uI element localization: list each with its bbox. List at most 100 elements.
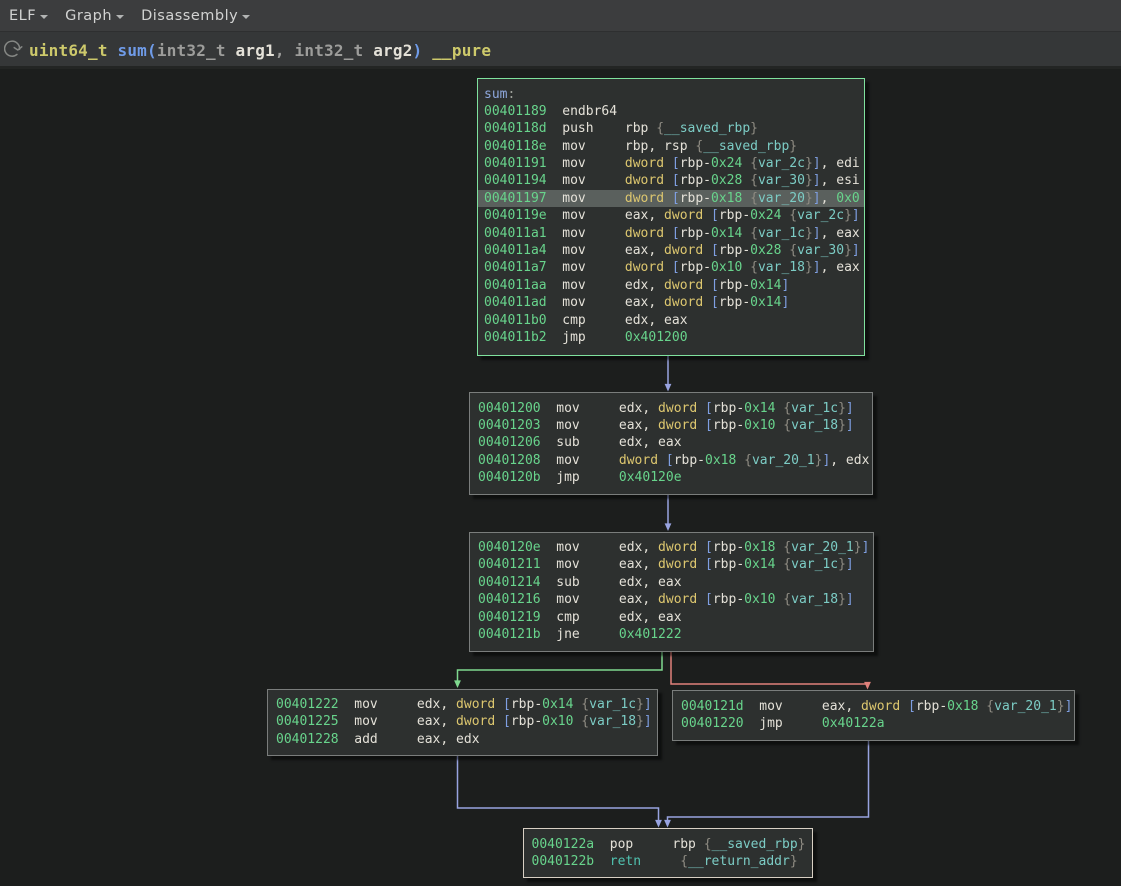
disasm-token: 00401220 xyxy=(681,716,744,731)
disasm-token: 0x10 xyxy=(711,260,742,275)
disasm-token: dword xyxy=(625,156,664,171)
disasm-line[interactable]: 00401200 mov edx, dword [rbp-0x14 {var_1… xyxy=(478,400,864,417)
disasm-token: 00401203 xyxy=(478,418,541,433)
disasm-token: jmp xyxy=(547,330,625,345)
disasm-token: dword xyxy=(619,453,658,468)
disasm-token: [ xyxy=(908,699,916,714)
disasm-token: eax, xyxy=(822,699,861,714)
disasm-token: [ xyxy=(672,260,680,275)
disasm-token: dword xyxy=(625,173,664,188)
edge-00401228-0040122a xyxy=(458,756,662,828)
disasm-token: [ xyxy=(705,540,713,555)
basic-block-0040121d[interactable]: 0040121d mov eax, dword [rbp-0x18 {var_2… xyxy=(672,690,1075,741)
disasm-line[interactable]: 004011a4 mov eax, dword [rbp-0x28 {var_3… xyxy=(484,242,857,259)
disasm-token: edx, eax xyxy=(619,610,682,625)
disasm-token xyxy=(742,156,750,171)
disasm-line[interactable]: 00401222 mov edx, dword [rbp-0x14 {var_1… xyxy=(276,696,649,713)
menu-item-disassembly[interactable]: Disassembly xyxy=(141,8,250,24)
disasm-line[interactable]: 0040119e mov eax, dword [rbp-0x24 {var_2… xyxy=(484,207,857,224)
disasm-line[interactable]: 0040118d push rbp {__saved_rbp} xyxy=(484,120,857,137)
menu-item-elf[interactable]: ELF xyxy=(9,8,48,24)
disasm-line[interactable]: sum: xyxy=(484,86,857,103)
basic-block-0040120e[interactable]: 0040120e mov edx, dword [rbp-0x18 {var_2… xyxy=(469,532,874,652)
disasm-token: { xyxy=(581,714,589,729)
disasm-token: cmp xyxy=(541,610,619,625)
disasm-token: rbp- xyxy=(713,418,744,433)
disasm-token: var_1c xyxy=(791,557,838,572)
edge-0040121b-00401222-true xyxy=(454,652,662,689)
disasm-line[interactable]: 00401203 mov eax, dword [rbp-0x10 {var_1… xyxy=(478,417,864,434)
disasm-line[interactable]: 004011ad mov eax, dword [rbp-0x14] xyxy=(484,294,857,311)
disasm-line-highlighted[interactable]: 00401197 mov dword [rbp-0x18 {var_20}], … xyxy=(484,190,857,207)
basic-block-00401200[interactable]: 00401200 mov edx, dword [rbp-0x14 {var_1… xyxy=(469,392,873,495)
disasm-line[interactable]: 00401208 mov dword [rbp-0x18 {var_20_1}]… xyxy=(478,452,864,469)
disasm-line[interactable]: 0040120e mov edx, dword [rbp-0x18 {var_2… xyxy=(478,539,865,556)
disasm-token: { xyxy=(750,173,758,188)
disasm-line[interactable]: 004011b2 jmp 0x401200 xyxy=(484,329,857,346)
disasm-line[interactable]: 004011a7 mov dword [rbp-0x10 {var_18}], … xyxy=(484,259,857,276)
disasm-token: [ xyxy=(672,173,680,188)
disasm-token: ] xyxy=(813,156,821,171)
disasm-token: mov xyxy=(541,592,619,607)
disasm-token xyxy=(664,191,672,206)
disasm-token: 004011aa xyxy=(484,278,547,293)
disasm-token: 0x24 xyxy=(711,156,742,171)
disasm-token: 004011b0 xyxy=(484,313,547,328)
disasm-token: rbp xyxy=(672,837,703,852)
disasm-token: ] xyxy=(1065,699,1073,714)
disasm-token: var_20 xyxy=(758,191,805,206)
disasm-token: 0x14 xyxy=(750,295,781,310)
disasm-line[interactable]: 00401194 mov dword [rbp-0x28 {var_30}], … xyxy=(484,172,857,189)
disasm-token: } xyxy=(805,226,813,241)
disasm-line[interactable]: 00401189 endbr64 xyxy=(484,103,857,120)
disasm-token: [ xyxy=(672,191,680,206)
disasm-token: rbp- xyxy=(713,557,744,572)
basic-block-00401222[interactable]: 00401222 mov edx, dword [rbp-0x14 {var_1… xyxy=(267,689,658,757)
disasm-token: var_20_1 xyxy=(791,540,854,555)
disasm-token: edx, eax xyxy=(619,435,682,450)
disasm-line[interactable]: 00401214 sub edx, eax xyxy=(478,574,865,591)
disasm-line[interactable]: 00401220 jmp 0x40122a xyxy=(681,715,1066,732)
disasm-line[interactable]: 004011a1 mov dword [rbp-0x14 {var_1c}], … xyxy=(484,225,857,242)
disasm-line[interactable]: 00401228 add eax, edx xyxy=(276,731,649,748)
disasm-token: edx, xyxy=(417,697,456,712)
disasm-line[interactable]: 00401191 mov dword [rbp-0x24 {var_2c}], … xyxy=(484,155,857,172)
disasm-token: var_1c xyxy=(791,401,838,416)
disasm-line[interactable]: 00401225 mov eax, dword [rbp-0x10 {var_1… xyxy=(276,713,649,730)
disasm-token: [ xyxy=(711,295,719,310)
disasm-token: 00401191 xyxy=(484,156,547,171)
disasm-line[interactable]: 0040118e mov rbp, rsp {__saved_rbp} xyxy=(484,138,857,155)
disasm-line[interactable]: 00401211 mov eax, dword [rbp-0x14 {var_1… xyxy=(478,556,865,573)
disasm-line[interactable]: 00401216 mov eax, dword [rbp-0x10 {var_1… xyxy=(478,591,865,608)
disasm-token: dword xyxy=(664,278,703,293)
function-signature[interactable]: uint64_t sum(int32_t arg1, int32_t arg2)… xyxy=(29,41,491,60)
disasm-token: eax, xyxy=(619,557,658,572)
disasm-token: 0040120b xyxy=(478,470,541,485)
disasm-token: dword xyxy=(625,226,664,241)
disasm-token: rbp- xyxy=(680,173,711,188)
disasm-line[interactable]: 00401206 sub edx, eax xyxy=(478,434,864,451)
disasm-token: eax, xyxy=(619,592,658,607)
graph-canvas[interactable]: sum:00401189 endbr64 0040118d push rbp {… xyxy=(0,69,1121,886)
basic-block-0040122a[interactable]: 0040122a pop rbp {__saved_rbp}0040122b r… xyxy=(523,828,813,878)
disasm-token: 0x401200 xyxy=(625,330,688,345)
signature-token: , int32_t xyxy=(275,41,364,60)
disasm-token: rbp- xyxy=(713,592,744,607)
disasm-token: rbp xyxy=(625,121,656,136)
disasm-line[interactable]: 0040121b jne 0x401222 xyxy=(478,626,865,643)
basic-block-00401189[interactable]: sum:00401189 endbr64 0040118d push rbp {… xyxy=(477,78,865,356)
disasm-line[interactable]: 0040121d mov eax, dword [rbp-0x18 {var_2… xyxy=(681,698,1066,715)
disasm-token: } xyxy=(790,854,798,869)
disasm-line[interactable]: 0040122b retn {__return_addr} xyxy=(532,853,804,870)
disasm-line[interactable]: 004011b0 cmp edx, eax xyxy=(484,312,857,329)
disasm-line[interactable]: 004011aa mov edx, dword [rbp-0x14] xyxy=(484,277,857,294)
disasm-line[interactable]: 0040122a pop rbp {__saved_rbp} xyxy=(532,836,804,853)
disasm-line[interactable]: 00401219 cmp edx, eax xyxy=(478,609,865,626)
disasm-line[interactable]: 0040120b jmp 0x40120e xyxy=(478,469,864,486)
disasm-token: 0x18 xyxy=(711,191,742,206)
disasm-token: 004011a7 xyxy=(484,260,547,275)
disasm-token: { xyxy=(704,837,712,852)
disasm-token: { xyxy=(680,854,688,869)
disasm-token: 004011b2 xyxy=(484,330,547,345)
menu-item-graph[interactable]: Graph xyxy=(65,8,124,24)
